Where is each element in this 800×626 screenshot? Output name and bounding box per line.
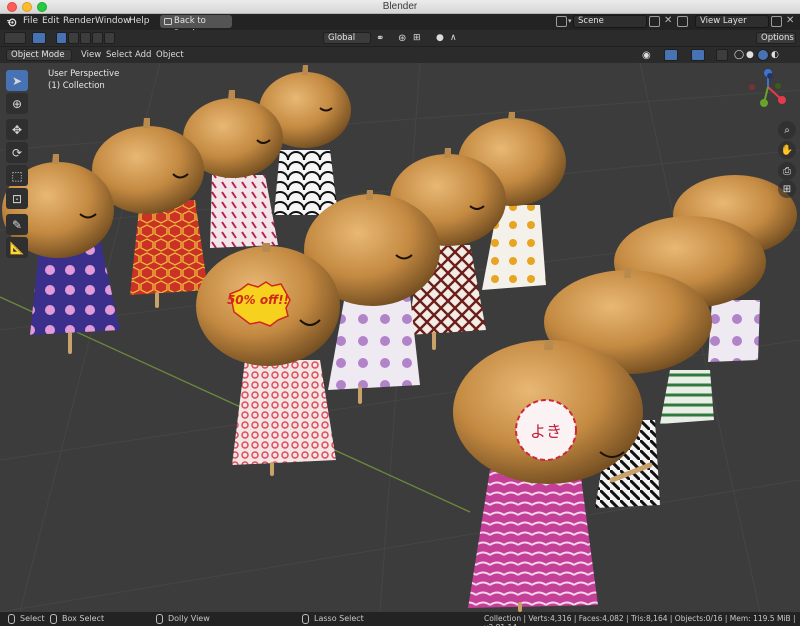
perspective-label: User Perspective bbox=[48, 69, 120, 79]
pencil-icon: ✎ bbox=[11, 217, 23, 232]
menu-view[interactable]: View bbox=[81, 50, 101, 60]
camera-view-button[interactable]: ⎙ bbox=[778, 162, 796, 180]
mouse-middle-icon bbox=[156, 614, 163, 624]
rendered-shading-icon[interactable]: ◐ bbox=[771, 50, 779, 60]
select-mode-invert-button[interactable] bbox=[92, 32, 103, 44]
blender-logo-icon[interactable] bbox=[6, 17, 17, 27]
snap-target-icon[interactable]: ⊞ bbox=[413, 33, 421, 43]
new-view-layer-icon[interactable] bbox=[771, 16, 782, 27]
solid-shading-icon[interactable]: ● bbox=[746, 50, 754, 60]
move-tool[interactable]: ✥ bbox=[6, 119, 28, 140]
annotate-tool[interactable]: ✎ bbox=[6, 214, 28, 235]
select-mode-extend-button[interactable] bbox=[68, 32, 79, 44]
mode-label: Object Mode bbox=[11, 50, 65, 60]
gizmo-y-label: Y bbox=[760, 163, 761, 164]
options-dropdown[interactable]: Options bbox=[756, 32, 796, 44]
screen-icon bbox=[164, 18, 172, 25]
magnifier-icon: ⌕ bbox=[784, 124, 790, 136]
falloff-icon[interactable]: ∧ bbox=[450, 33, 457, 43]
top-bar: File Edit Render Window Help Back to Pre… bbox=[0, 14, 800, 39]
scale-tool[interactable]: ⬚ bbox=[6, 165, 28, 186]
scale-icon: ⬚ bbox=[11, 168, 23, 183]
move-icon: ✥ bbox=[11, 122, 23, 137]
ortho-toggle-button[interactable]: ⊞ bbox=[778, 180, 796, 198]
rotate-tool[interactable]: ⟳ bbox=[6, 142, 28, 163]
status-dolly: Dolly View bbox=[168, 614, 210, 623]
mode-dropdown[interactable]: Object Mode bbox=[6, 49, 72, 61]
kanji-sign-text: よき bbox=[530, 422, 562, 441]
scene-statistics: Collection | Verts:4,316 | Faces:4,082 |… bbox=[484, 614, 796, 626]
grid-icon: ⊞ bbox=[782, 183, 792, 195]
collection-label: (1) Collection bbox=[48, 81, 105, 91]
new-scene-icon[interactable] bbox=[649, 16, 660, 27]
remove-scene-icon[interactable]: ✕ bbox=[664, 15, 672, 26]
menu-window[interactable]: Window bbox=[95, 16, 131, 26]
menu-select[interactable]: Select bbox=[106, 50, 132, 60]
visibility-icon[interactable]: ◉ bbox=[642, 50, 651, 61]
status-box-select: Box Select bbox=[62, 614, 105, 623]
window-titlebar: Blender bbox=[0, 0, 800, 14]
view-layer-icon[interactable] bbox=[677, 16, 688, 27]
chevron-down-icon: ▾ bbox=[568, 17, 572, 25]
rotate-icon: ⟳ bbox=[11, 145, 23, 160]
menu-render[interactable]: Render bbox=[63, 16, 95, 26]
select-mode-intersect-button[interactable] bbox=[104, 32, 115, 44]
xray-toggle-button[interactable] bbox=[716, 49, 728, 61]
orientation-label: Global bbox=[328, 33, 356, 43]
select-tool-button[interactable] bbox=[32, 32, 46, 44]
cursor-arrow-icon: ➤ bbox=[11, 73, 23, 88]
window-title: Blender bbox=[382, 1, 418, 12]
overlay-toggle-button[interactable] bbox=[691, 49, 705, 61]
transform-icon: ⊡ bbox=[11, 191, 23, 206]
sale-sign-text: 50% off!! bbox=[227, 293, 289, 307]
status-select: Select bbox=[20, 614, 45, 623]
menu-file[interactable]: File bbox=[23, 16, 38, 26]
gizmo-toggle-button[interactable] bbox=[664, 49, 678, 61]
viewport-header: Object Mode View Select Add Object ◉ ◯ ●… bbox=[0, 47, 800, 63]
measure-tool[interactable]: 📐 bbox=[6, 237, 28, 258]
status-lasso: Lasso Select bbox=[314, 614, 364, 623]
ruler-icon: 📐 bbox=[9, 240, 25, 255]
menu-add[interactable]: Add bbox=[135, 50, 151, 60]
status-bar: Select Box Select Dolly View Lasso Selec… bbox=[0, 612, 800, 626]
menu-help[interactable]: Help bbox=[129, 16, 150, 26]
select-box-tool[interactable]: ➤ bbox=[6, 70, 28, 91]
wireframe-shading-icon[interactable]: ◯ bbox=[734, 50, 744, 60]
3d-viewport[interactable]: 50% off!! よき User Perspective (1) Collec… bbox=[0, 63, 800, 612]
transform-tool[interactable]: ⊡ bbox=[6, 188, 28, 209]
pan-view-button[interactable]: ✋ bbox=[778, 141, 796, 159]
zoom-view-button[interactable]: ⌕ bbox=[778, 121, 796, 139]
view-layer-field[interactable]: View Layer bbox=[695, 15, 769, 28]
back-to-previous-button[interactable]: Back to Previous bbox=[160, 15, 232, 39]
mouse-left-icon bbox=[8, 614, 15, 624]
camera-icon: ⎙ bbox=[783, 165, 791, 177]
gizmo-x-label: X bbox=[779, 160, 780, 161]
viewport-scene: 50% off!! よき bbox=[0, 63, 800, 612]
proportional-edit-icon[interactable]: ● bbox=[436, 33, 444, 43]
select-mode-subtract-button[interactable] bbox=[80, 32, 91, 44]
select-mode-new-button[interactable] bbox=[56, 32, 67, 44]
pivot-point-icon[interactable]: ⚭ bbox=[376, 33, 384, 44]
options-label: Options bbox=[761, 33, 794, 43]
material-preview-shading-button[interactable] bbox=[757, 49, 769, 61]
editor-type-button[interactable] bbox=[4, 32, 26, 44]
menu-edit[interactable]: Edit bbox=[42, 16, 59, 26]
mouse-drag-icon bbox=[50, 614, 57, 624]
menu-object[interactable]: Object bbox=[156, 50, 184, 60]
remove-view-layer-icon[interactable]: ✕ bbox=[786, 15, 794, 26]
scene-name-field[interactable]: Scene bbox=[573, 15, 647, 28]
crosshair-icon: ⊕ bbox=[11, 96, 23, 111]
scene-icon[interactable] bbox=[556, 16, 567, 27]
transform-orientation-dropdown[interactable]: Global bbox=[323, 32, 371, 44]
snap-icon[interactable]: ⊛ bbox=[398, 33, 406, 44]
gizmo-z-label: Z bbox=[766, 133, 767, 134]
mouse-right-icon bbox=[302, 614, 309, 624]
hand-icon: ✋ bbox=[780, 144, 794, 156]
tool-header: Global ⚭ ⊛ ⊞ ● ∧ Options bbox=[0, 30, 800, 47]
cursor-tool[interactable]: ⊕ bbox=[6, 93, 28, 114]
